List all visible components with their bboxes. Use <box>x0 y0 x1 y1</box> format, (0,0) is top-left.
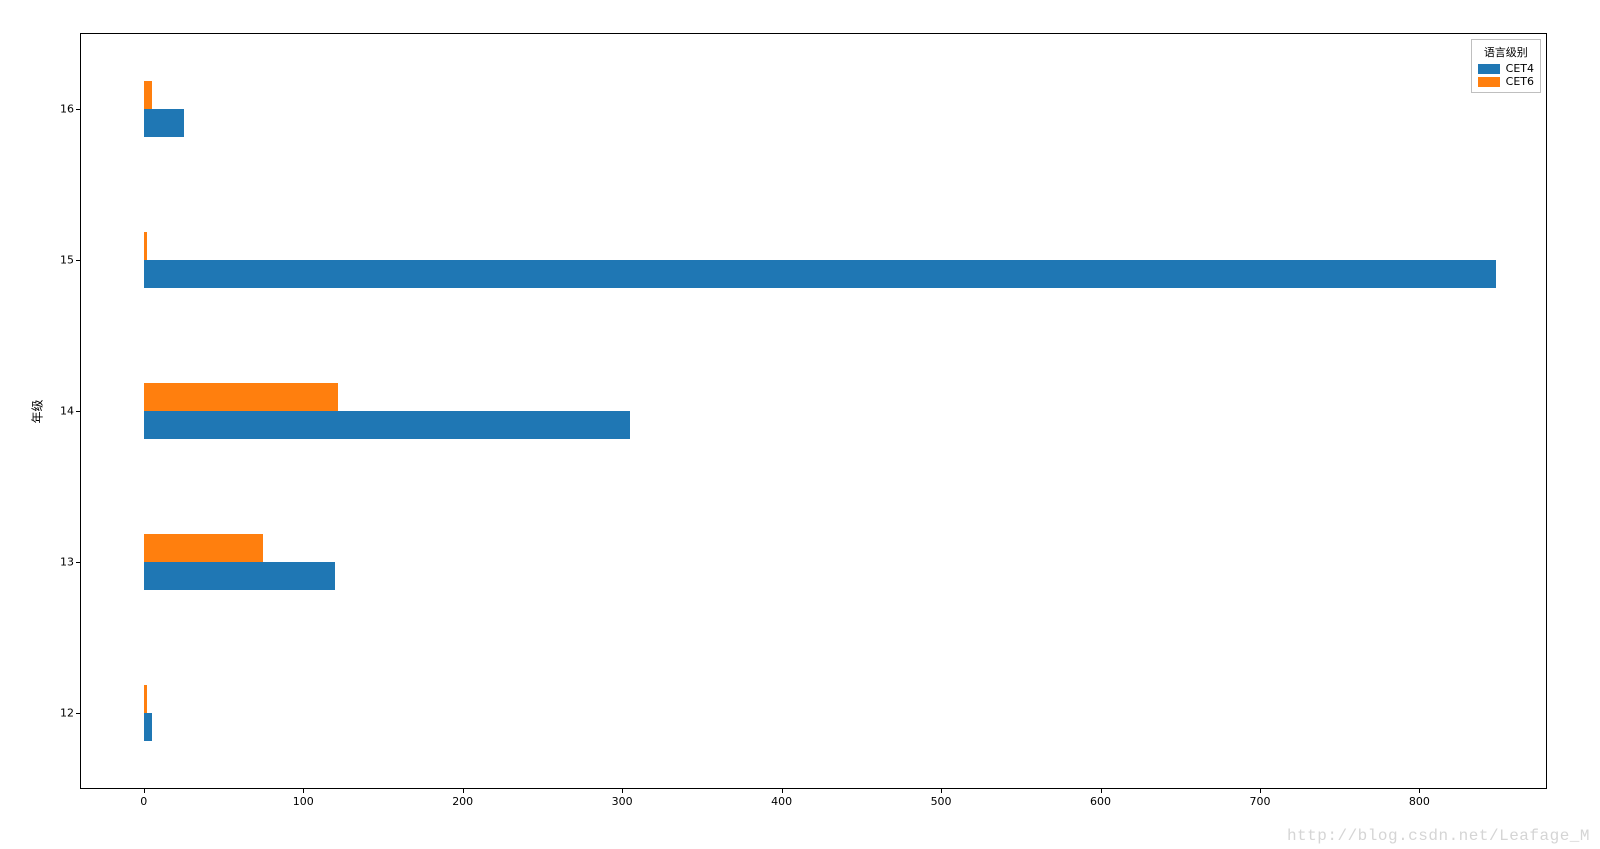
legend-title: 语言级别 <box>1478 44 1534 60</box>
y-tick-label: 16 <box>58 102 74 115</box>
y-tick-label: 13 <box>58 556 74 569</box>
x-tick <box>303 789 304 793</box>
x-tick <box>1260 789 1261 793</box>
x-tick <box>941 789 942 793</box>
legend-swatch-cet6 <box>1478 77 1500 87</box>
x-tick <box>1419 789 1420 793</box>
y-tick-label: 15 <box>58 253 74 266</box>
y-tick-label: 12 <box>58 707 74 720</box>
x-tick-label: 700 <box>1249 795 1270 808</box>
x-tick <box>622 789 623 793</box>
bar-CET6-15 <box>144 232 147 260</box>
x-tick <box>463 789 464 793</box>
legend-swatch-cet4 <box>1478 64 1500 74</box>
y-axis-label: 年级 <box>29 399 46 423</box>
bar-CET6-14 <box>144 383 339 411</box>
y-tick <box>76 260 80 261</box>
x-tick-label: 200 <box>452 795 473 808</box>
x-tick-label: 100 <box>293 795 314 808</box>
x-tick <box>1101 789 1102 793</box>
bar-CET4-12 <box>144 713 152 741</box>
bar-CET4-14 <box>144 411 630 439</box>
legend-item-cet6: CET6 <box>1478 75 1534 88</box>
bar-CET6-16 <box>144 81 152 109</box>
legend: 语言级别 CET4 CET6 <box>1471 39 1541 93</box>
x-tick-label: 500 <box>931 795 952 808</box>
watermark: http://blog.csdn.net/Leafage_M <box>1287 827 1590 845</box>
y-tick-label: 14 <box>58 405 74 418</box>
x-tick-label: 600 <box>1090 795 1111 808</box>
legend-item-cet4: CET4 <box>1478 62 1534 75</box>
x-tick <box>782 789 783 793</box>
y-tick <box>76 109 80 110</box>
x-tick-label: 800 <box>1409 795 1430 808</box>
x-tick-label: 0 <box>140 795 147 808</box>
x-tick <box>144 789 145 793</box>
bar-CET6-12 <box>144 685 147 713</box>
y-tick <box>76 411 80 412</box>
y-tick <box>76 562 80 563</box>
bar-CET6-13 <box>144 534 264 562</box>
bar-CET4-15 <box>144 260 1496 288</box>
legend-label-cet4: CET4 <box>1506 62 1534 75</box>
legend-label-cet6: CET6 <box>1506 75 1534 88</box>
x-tick-label: 400 <box>771 795 792 808</box>
bar-CET4-16 <box>144 109 184 137</box>
bar-CET4-13 <box>144 562 335 590</box>
y-tick <box>76 713 80 714</box>
x-tick-label: 300 <box>612 795 633 808</box>
